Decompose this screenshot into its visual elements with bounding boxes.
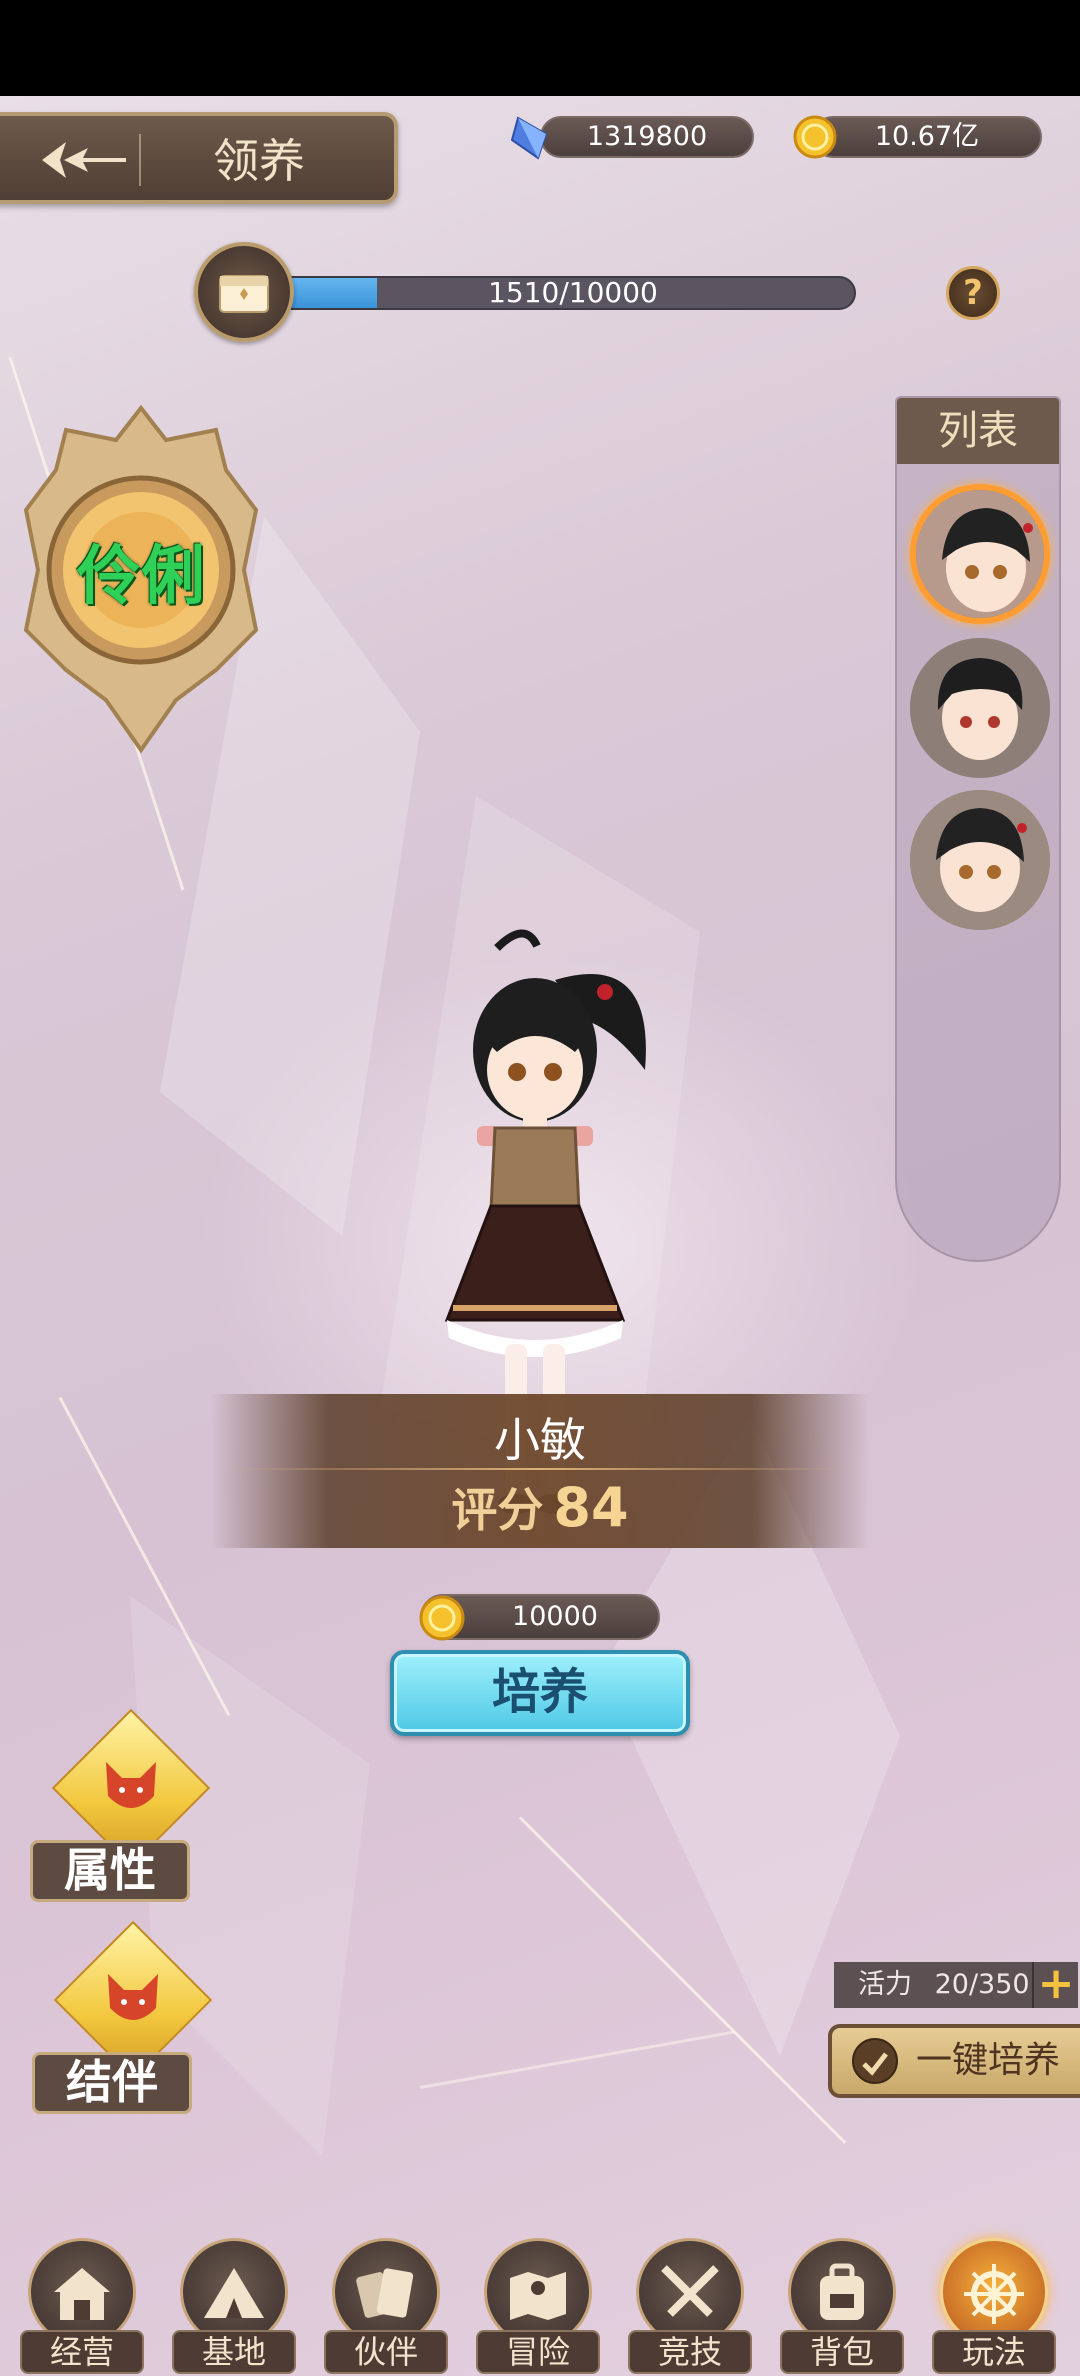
gold-amount: 10.67亿 — [874, 121, 980, 152]
nav-item-base[interactable]: 基地 — [172, 2238, 296, 2376]
attributes-button[interactable]: 属性 — [30, 1708, 211, 1914]
cultivate-button[interactable]: 培养 — [390, 1650, 690, 1736]
crossed-swords-icon — [661, 2265, 719, 2317]
progress-text: 1510/10000 — [488, 276, 658, 309]
girl-portrait-icon — [910, 790, 1050, 930]
light-streak — [419, 2030, 736, 2089]
score-label: 评分 — [451, 1483, 544, 1537]
list-item-portrait-3[interactable] — [910, 790, 1050, 930]
score-row: 评分 84 — [210, 1474, 870, 1540]
treasure-chest-icon — [219, 275, 269, 313]
energy-label: 活力 — [858, 1969, 912, 2000]
status-bar — [0, 0, 1080, 96]
map-icon — [510, 2272, 566, 2320]
house-icon — [54, 2268, 110, 2320]
trait-emblem: 伶俐 — [16, 400, 266, 770]
score-value: 84 — [553, 1476, 629, 1539]
boy-portrait-icon — [910, 638, 1050, 778]
back-button[interactable] — [34, 130, 134, 190]
nav-label: 冒险 — [476, 2330, 600, 2374]
help-button[interactable]: ? — [946, 266, 1000, 320]
one-click-label: 一键培养 — [916, 2040, 1061, 2081]
nav-label: 背包 — [780, 2330, 904, 2374]
nav-item-business[interactable]: 经营 — [20, 2238, 144, 2376]
fox-icon — [106, 1762, 156, 1808]
blue-gem-icon — [510, 116, 548, 160]
cards-icon — [356, 2268, 414, 2318]
backpack-icon — [820, 2263, 864, 2320]
tent-icon — [204, 2268, 264, 2318]
nav-item-gameplay[interactable]: 玩法 — [932, 2238, 1056, 2376]
progress-bar: 1510/10000 — [290, 276, 856, 310]
add-energy-button[interactable]: + — [1032, 1962, 1078, 2008]
nav-label: 竞技 — [628, 2330, 752, 2374]
attributes-label: 属性 — [30, 1840, 190, 1902]
nav-item-partners[interactable]: 伙伴 — [324, 2238, 448, 2376]
one-click-cultivate-button[interactable]: 一键培养 — [828, 2024, 1080, 2098]
nav-label: 玩法 — [932, 2330, 1056, 2374]
page-title: 领养 — [213, 134, 305, 188]
character-name: 小敏 — [494, 1413, 586, 1467]
gold-coin-icon — [793, 115, 837, 159]
gem-counter[interactable]: 1319800 — [540, 116, 754, 158]
nav-label: 基地 — [172, 2330, 296, 2374]
energy-display: 活力 20/350 — [834, 1962, 1034, 2008]
back-arrow-icon — [42, 142, 126, 178]
character-info-panel: 小敏 评分 84 — [210, 1394, 870, 1548]
gem-amount: 1319800 — [586, 121, 708, 152]
chest-reward-button[interactable] — [194, 242, 294, 342]
ornament-divider — [220, 1468, 860, 1470]
partner-button[interactable]: 结伴 — [32, 1920, 213, 2126]
energy-value: 20/350 — [934, 1969, 1030, 2000]
nav-label: 伙伴 — [324, 2330, 448, 2374]
nav-item-backpack[interactable]: 背包 — [780, 2238, 904, 2376]
gold-counter[interactable]: 10.67亿 — [812, 116, 1042, 158]
nav-label: 经营 — [20, 2330, 144, 2374]
fox-icon — [108, 1974, 158, 2020]
header-panel: 领养 — [0, 112, 398, 204]
cost-amount: 10000 — [512, 1601, 598, 1632]
list-title: 列表 — [897, 398, 1059, 464]
nav-item-arena[interactable]: 竞技 — [628, 2238, 752, 2376]
character-list: 列表 — [895, 396, 1061, 1262]
list-item-portrait-2[interactable] — [910, 638, 1050, 778]
partner-label: 结伴 — [32, 2052, 192, 2114]
trait-label: 伶俐 — [77, 540, 205, 614]
girl-portrait-icon — [916, 490, 1044, 618]
gold-coin-icon — [419, 1595, 465, 1641]
ship-wheel-icon — [964, 2264, 1024, 2324]
list-item-portrait-1[interactable] — [910, 484, 1050, 624]
header-divider — [139, 134, 141, 186]
nav-item-adventure[interactable]: 冒险 — [476, 2238, 600, 2376]
check-icon — [852, 2038, 898, 2084]
